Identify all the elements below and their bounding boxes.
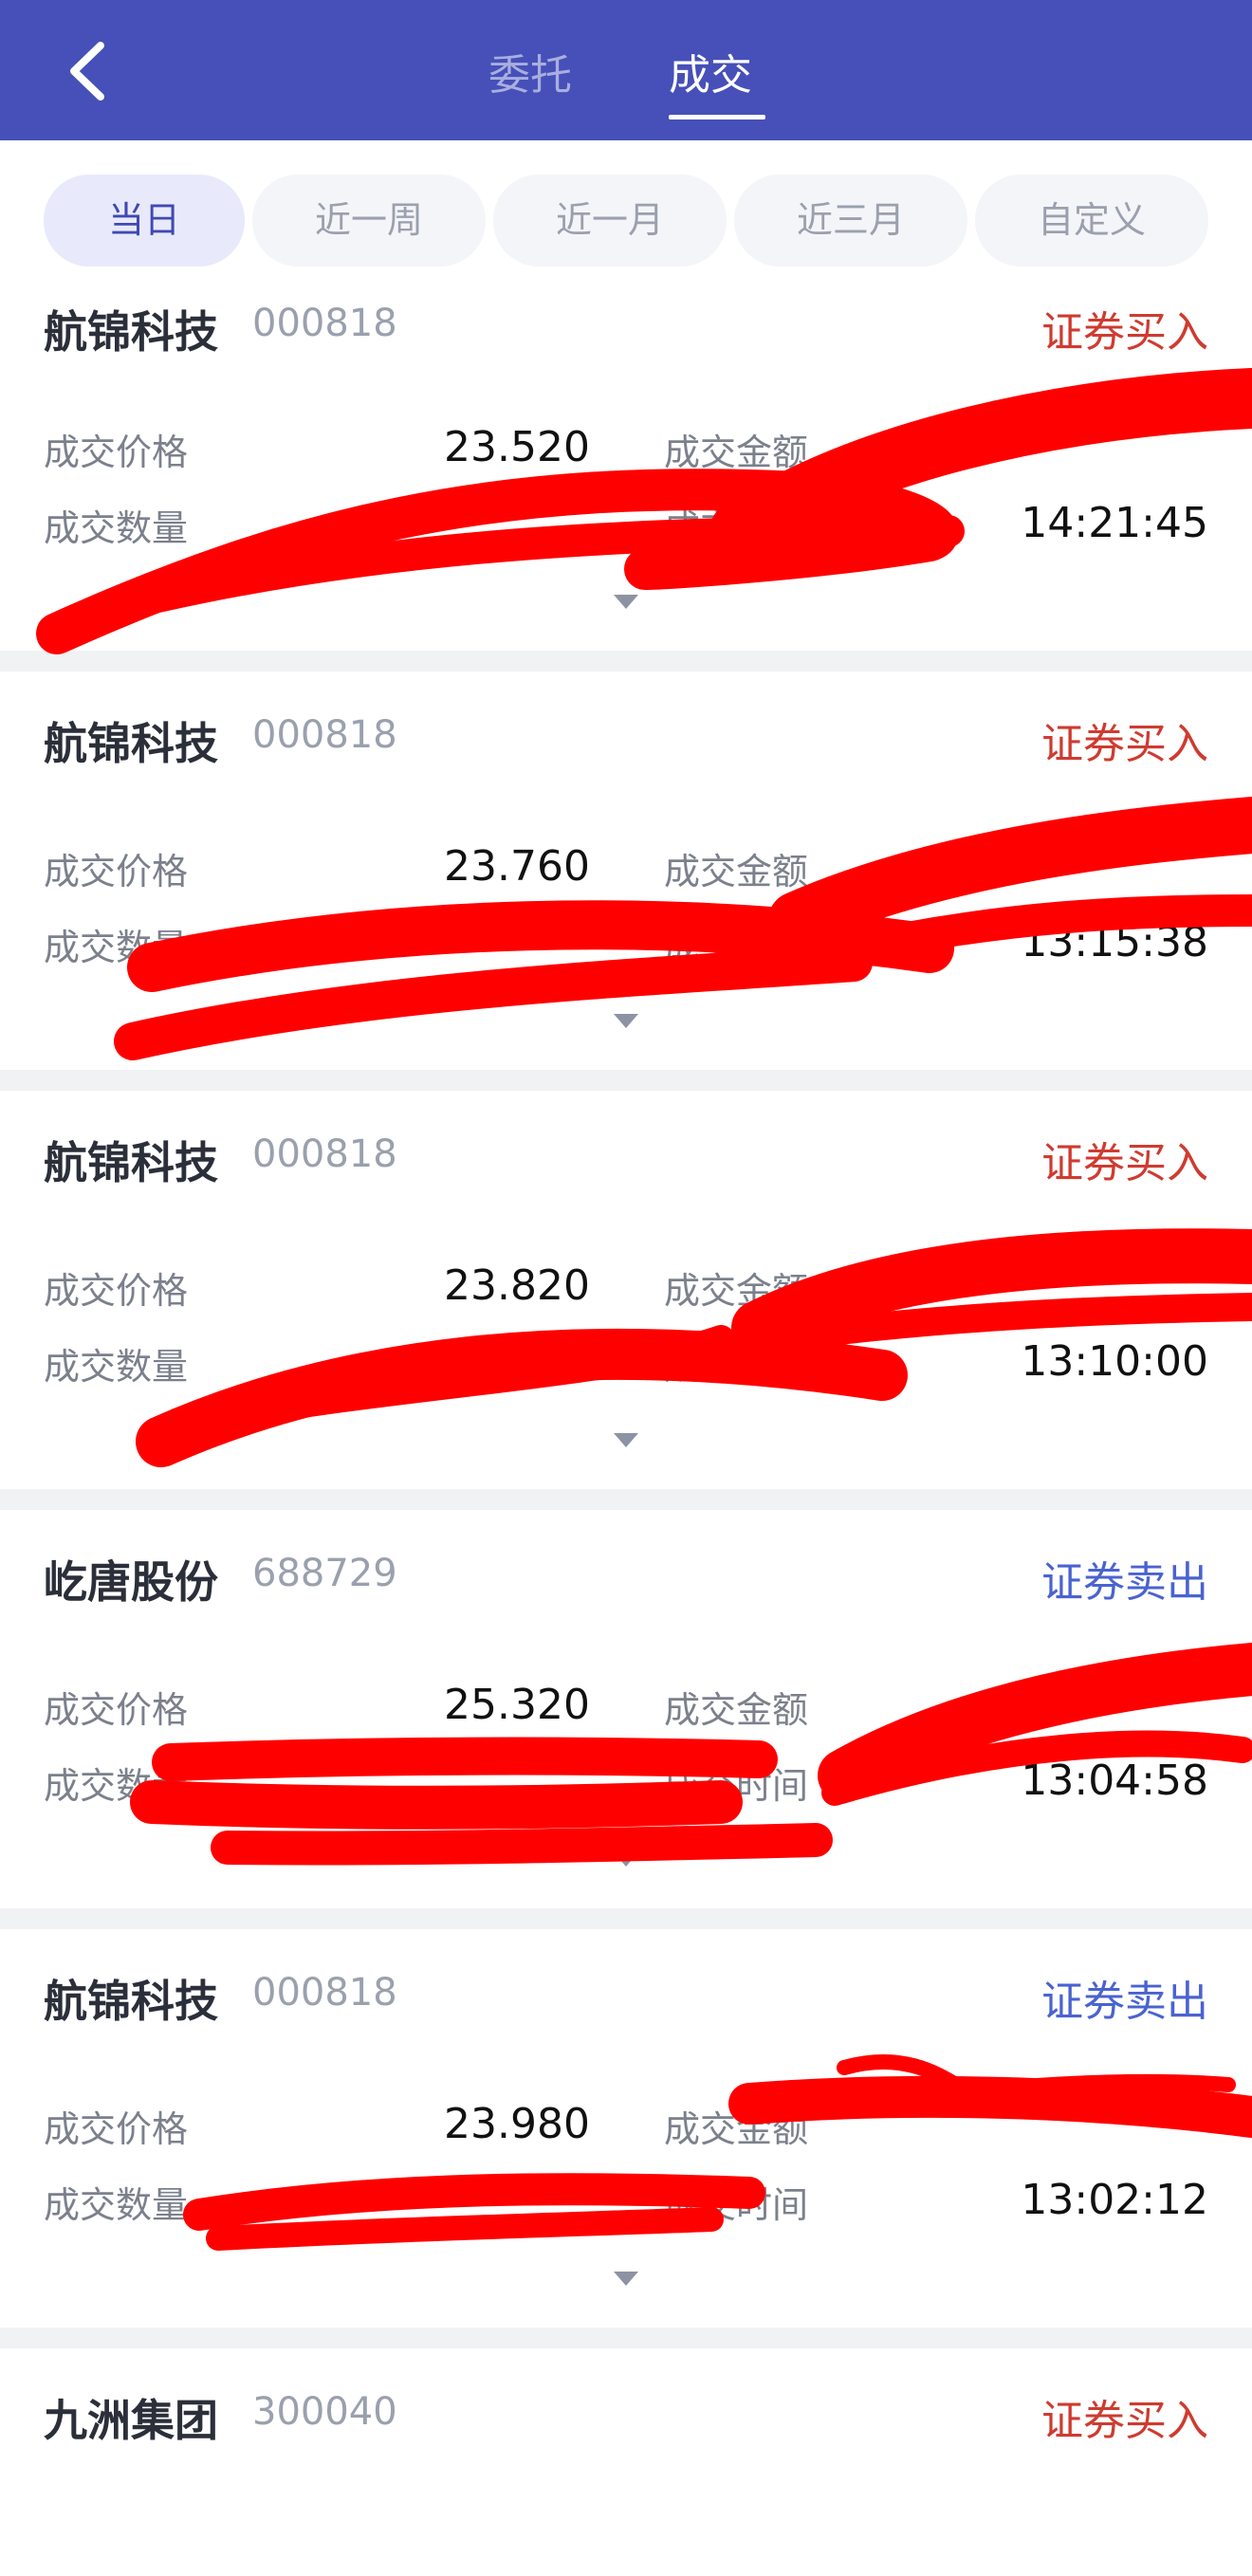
time-value: 13:02:12 xyxy=(1021,2176,1208,2224)
card-divider xyxy=(0,1908,1252,1929)
time-label: 成交时间 xyxy=(664,507,809,549)
trade-card[interactable]: 屹唐股份 688729 证券卖出 成交价格 25.320 成交金额 成交数量 成… xyxy=(0,1510,1252,1908)
trade-type: 证券买入 xyxy=(1041,308,1208,357)
stock-name: 航锦科技 xyxy=(44,306,218,358)
expand-caret-icon[interactable] xyxy=(614,2272,638,2286)
stock-code: 688729 xyxy=(252,1552,397,1595)
time-value: 14:21:45 xyxy=(1021,499,1208,547)
card-divider xyxy=(0,2328,1252,2348)
amount-label: 成交金额 xyxy=(664,851,809,892)
quantity-label: 成交数量 xyxy=(44,1765,189,1807)
quantity-label: 成交数量 xyxy=(44,927,189,968)
time-label: 成交时间 xyxy=(664,1765,809,1807)
price-label: 成交价格 xyxy=(44,432,189,473)
stock-code: 300040 xyxy=(252,2390,397,2434)
filter-month[interactable]: 近一月 xyxy=(493,175,727,267)
trade-type: 证券买入 xyxy=(1041,2397,1208,2445)
active-tab-indicator xyxy=(669,115,765,120)
price-label: 成交价格 xyxy=(44,1270,189,1312)
trade-card[interactable]: 航锦科技 000818 证券买入 成交价格 23.820 成交金额 成交数量 成… xyxy=(0,1091,1252,1489)
stock-name: 航锦科技 xyxy=(44,1976,218,2027)
stock-name: 航锦科技 xyxy=(44,1137,218,1188)
filter-week[interactable]: 近一周 xyxy=(252,175,486,267)
card-divider xyxy=(0,651,1252,672)
card-divider xyxy=(0,1489,1252,1510)
time-label: 成交时间 xyxy=(664,2184,809,2226)
chevron-left-icon xyxy=(70,42,104,101)
time-value: 13:10:00 xyxy=(1021,1337,1208,1386)
trade-card[interactable]: 航锦科技 000818 证券卖出 成交价格 23.980 成交金额 成交数量 成… xyxy=(0,1929,1252,2328)
stock-code: 000818 xyxy=(252,302,397,345)
quantity-label: 成交数量 xyxy=(44,1346,189,1388)
trade-card[interactable]: 航锦科技 000818 证券买入 成交价格 23.760 成交金额 成交数量 成… xyxy=(0,672,1252,1070)
trade-type: 证券买入 xyxy=(1041,1139,1208,1187)
trade-card[interactable]: 航锦科技 000818 证券买入 成交价格 23.520 成交金额 成交数量 成… xyxy=(0,300,1252,651)
amount-label: 成交金额 xyxy=(664,2108,809,2150)
filter-today[interactable]: 当日 xyxy=(44,175,245,267)
price-value: 23.760 xyxy=(444,842,590,891)
price-value: 23.980 xyxy=(444,2100,590,2148)
stock-name: 航锦科技 xyxy=(44,718,218,769)
price-value: 25.320 xyxy=(444,1681,590,1729)
trade-type: 证券买入 xyxy=(1041,720,1208,768)
back-button[interactable] xyxy=(57,38,123,104)
stock-code: 000818 xyxy=(252,713,397,757)
time-value: 13:15:38 xyxy=(1021,918,1208,966)
time-label: 成交时间 xyxy=(664,1346,809,1388)
trade-type: 证券卖出 xyxy=(1041,1558,1208,1607)
tab-orders[interactable]: 委托 xyxy=(488,47,572,104)
amount-label: 成交金额 xyxy=(664,1270,809,1312)
expand-caret-icon[interactable] xyxy=(614,1852,638,1867)
stock-code: 000818 xyxy=(252,1971,397,2015)
filter-three-months[interactable]: 近三月 xyxy=(734,175,967,267)
top-nav-bar: 委托 成交 xyxy=(0,0,1252,140)
expand-caret-icon[interactable] xyxy=(614,1433,638,1447)
amount-label: 成交金额 xyxy=(664,1689,809,1731)
quantity-label: 成交数量 xyxy=(44,507,189,549)
card-divider xyxy=(0,1070,1252,1091)
trade-type: 证券卖出 xyxy=(1041,1978,1208,2026)
expand-caret-icon[interactable] xyxy=(614,595,638,609)
filter-custom[interactable]: 自定义 xyxy=(975,175,1208,267)
amount-label: 成交金额 xyxy=(664,432,809,473)
quantity-label: 成交数量 xyxy=(44,2184,189,2226)
time-label: 成交时间 xyxy=(664,927,809,968)
price-label: 成交价格 xyxy=(44,851,189,892)
time-value: 13:04:58 xyxy=(1021,1757,1208,1805)
stock-name: 九洲集团 xyxy=(44,2395,218,2446)
price-label: 成交价格 xyxy=(44,1689,189,1731)
tab-trades[interactable]: 成交 xyxy=(669,47,752,104)
price-value: 23.520 xyxy=(444,423,590,471)
date-filter-bar: 当日 近一周 近一月 近三月 自定义 xyxy=(0,140,1252,300)
price-label: 成交价格 xyxy=(44,2108,189,2150)
price-value: 23.820 xyxy=(444,1261,590,1310)
trade-card[interactable]: 九洲集团 300040 证券买入 xyxy=(0,2348,1252,2576)
stock-code: 000818 xyxy=(252,1132,397,1176)
expand-caret-icon[interactable] xyxy=(614,1014,638,1028)
stock-name: 屹唐股份 xyxy=(44,1556,218,1608)
